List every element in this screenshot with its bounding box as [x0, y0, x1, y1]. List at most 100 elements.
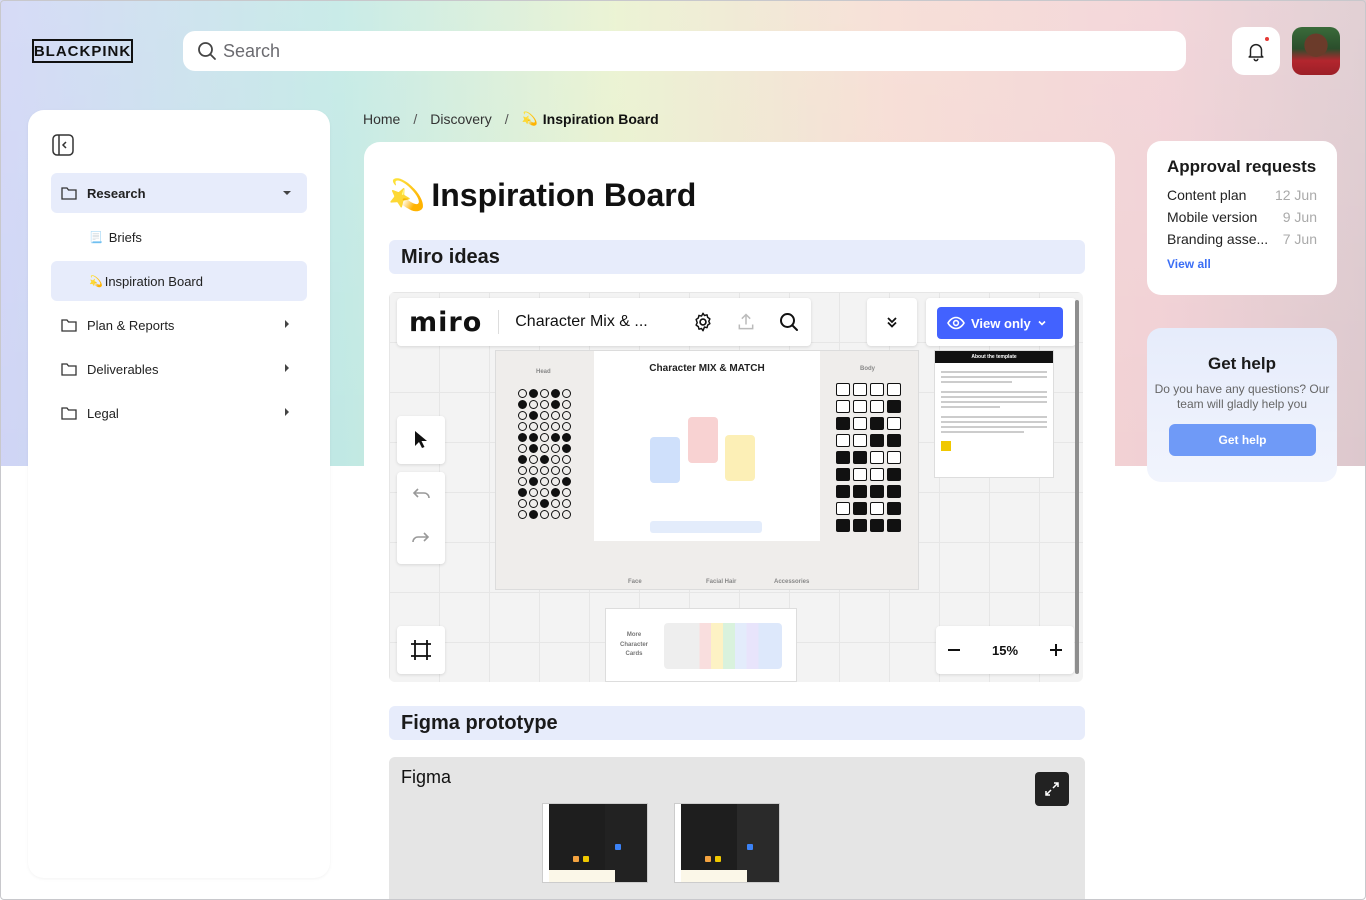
view-only-label: View only	[971, 315, 1031, 331]
brand-logo[interactable]: BLACKPINK	[32, 39, 133, 63]
miro-board-name[interactable]: Character Mix & ...	[515, 313, 681, 331]
undo-icon	[412, 488, 430, 499]
frames-panel	[397, 626, 445, 674]
breadcrumb-separator: /	[504, 111, 509, 127]
about-template-title: About the template	[935, 351, 1053, 363]
miro-logo[interactable]: miro	[409, 307, 482, 338]
sidebar-item-legal[interactable]: Legal	[51, 393, 307, 433]
figma-label: Figma	[401, 767, 452, 787]
board-center-panel: Character MIX & MATCH	[594, 351, 820, 541]
select-tool-panel	[397, 416, 445, 464]
approval-item-date: 9 Jun	[1282, 209, 1317, 225]
notifications-button[interactable]	[1232, 27, 1280, 75]
approval-requests-title: Approval requests	[1167, 157, 1317, 176]
miro-board-frame: Head Character MIX & MATCH Body Face Fac…	[495, 350, 919, 590]
more-character-cards: More Character Cards	[605, 608, 797, 682]
body-illustrations	[836, 383, 901, 532]
get-help-card: Get help Do you have any questions? Our …	[1147, 328, 1337, 482]
settings-button[interactable]	[682, 298, 725, 346]
about-template-card: About the template	[934, 350, 1054, 478]
approval-item-name: Mobile version	[1167, 209, 1258, 225]
approval-item[interactable]: Content plan 12 Jun	[1167, 187, 1317, 209]
sidebar-item-inspiration-board[interactable]: 💫 Inspiration Board	[51, 261, 307, 301]
get-help-title: Get help	[1207, 354, 1276, 373]
get-help-text: Do you have any questions? Our team will…	[1154, 382, 1330, 411]
zoom-out-icon[interactable]	[946, 642, 962, 658]
history-panel	[397, 472, 445, 564]
sidebar-item-label: Inspiration Board	[104, 273, 203, 289]
chevrons-down-icon	[887, 317, 897, 328]
briefs-icon: 📃	[89, 231, 103, 244]
miro-embed[interactable]: miro Character Mix & ... View only 15% H…	[389, 292, 1083, 682]
select-tool-button[interactable]	[397, 416, 445, 464]
sidebar-item-label: Legal	[87, 405, 119, 421]
sidebar-item-label: Plan & Reports	[87, 317, 175, 333]
approval-item-date: 12 Jun	[1274, 187, 1317, 203]
upload-icon	[738, 313, 754, 330]
expand-button[interactable]	[1035, 772, 1069, 806]
redo-icon	[412, 532, 430, 543]
brand-logo-text: BLACKPINK	[33, 42, 132, 60]
undo-button[interactable]	[397, 472, 445, 516]
search-input[interactable]	[223, 40, 1123, 62]
folder-icon	[61, 363, 77, 376]
approval-item[interactable]: Mobile version 9 Jun	[1167, 209, 1317, 231]
chevron-down-icon	[1038, 320, 1046, 326]
gear-icon	[695, 312, 711, 332]
breadcrumb-discovery[interactable]: Discovery	[430, 111, 491, 127]
approval-item[interactable]: Branding asse... 7 Jun	[1167, 231, 1317, 253]
cursor-icon	[415, 431, 427, 448]
search-icon	[198, 42, 216, 60]
approval-item-date: 7 Jun	[1282, 231, 1317, 247]
view-mode-panel: View only	[926, 298, 1076, 346]
board-accessories-label: Accessories	[774, 579, 810, 585]
sidebar-item-label: Research	[87, 185, 146, 201]
collapse-toolbar-button[interactable]	[867, 298, 917, 346]
section-header-miro: Miro ideas	[389, 240, 1085, 274]
caret-right-icon	[285, 364, 289, 372]
breadcrumb-home[interactable]: Home	[363, 111, 400, 127]
folder-icon	[61, 407, 77, 420]
breadcrumb-separator: /	[413, 111, 418, 127]
folder-icon	[61, 319, 77, 332]
view-only-button[interactable]: View only	[937, 307, 1063, 339]
miro-scrollbar[interactable]	[1075, 300, 1079, 674]
folder-icon	[61, 187, 77, 200]
sidebar-item-label: Deliverables	[87, 361, 159, 377]
zoom-in-icon[interactable]	[1048, 642, 1064, 658]
sidebar: Research 📃 Briefs 💫 Inspiration Board Pl…	[28, 110, 330, 878]
figma-frame-thumbnail[interactable]	[674, 803, 780, 883]
head-illustrations	[518, 389, 571, 519]
main-content-card: 💫 Inspiration Board Miro ideas miro Char…	[364, 142, 1115, 900]
miro-search-button[interactable]	[768, 298, 811, 346]
character-card-yellow	[725, 435, 755, 481]
share-button[interactable]	[725, 298, 768, 346]
sparkle-icon: 💫	[388, 179, 426, 212]
sidebar-item-research[interactable]: Research	[51, 173, 307, 213]
board-facial-hair-label: Facial Hair	[706, 579, 737, 585]
page-title-text: Inspiration Board	[431, 177, 697, 213]
frames-button[interactable]	[397, 626, 445, 674]
zoom-controls: 15%	[936, 626, 1074, 674]
user-avatar[interactable]	[1292, 27, 1340, 75]
search-bar[interactable]	[183, 31, 1186, 71]
sidebar-item-plan-reports[interactable]: Plan & Reports	[51, 305, 307, 345]
board-face-label: Face	[628, 579, 642, 585]
breadcrumb: Home / Discovery / 💫 Inspiration Board	[363, 110, 659, 128]
section-header-figma: Figma prototype	[389, 706, 1085, 740]
view-all-link[interactable]: View all	[1167, 257, 1211, 271]
facilitator-school-logo	[941, 441, 951, 451]
figma-frame-thumbnail[interactable]	[542, 803, 648, 883]
collapse-sidebar-icon[interactable]	[52, 134, 74, 156]
character-card-blue	[650, 437, 680, 483]
caret-down-icon	[283, 191, 291, 195]
get-help-button[interactable]: Get help	[1169, 424, 1316, 456]
sidebar-item-briefs[interactable]: 📃 Briefs	[51, 217, 307, 257]
redo-button[interactable]	[397, 516, 445, 560]
figma-embed[interactable]: Figma	[389, 757, 1085, 900]
sidebar-item-deliverables[interactable]: Deliverables	[51, 349, 307, 389]
more-cards-label: More Character Cards	[619, 632, 648, 658]
board-note	[650, 521, 762, 533]
character-cards-strip	[664, 623, 782, 669]
board-title: Character MIX & MATCH	[649, 363, 765, 374]
